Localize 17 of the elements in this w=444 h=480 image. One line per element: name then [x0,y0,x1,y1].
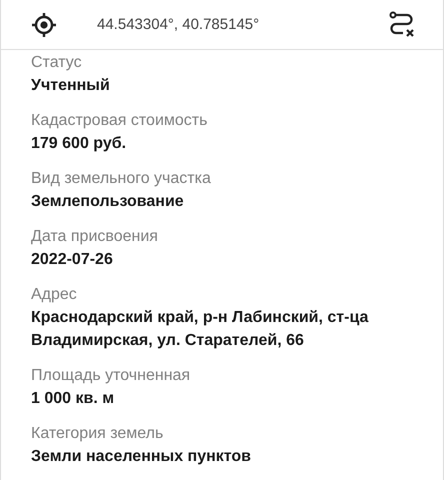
field-label: Адрес [31,285,78,305]
field-value: 2022-07-26 [31,250,114,270]
locate-icon[interactable] [31,12,57,38]
field-value: Земли населенных пунктов [31,447,252,467]
field-label: Категория земель [31,424,164,444]
field-value: Землепользование [31,192,185,212]
field-value: Учтенный [31,76,111,96]
field-label: Дата присвоения [31,227,159,247]
coordinates-text: 44.543304°, 40.785145° [97,16,260,33]
route-clear-icon[interactable] [389,10,415,38]
field-value: 1 000 кв. м [31,389,116,409]
field-value: 179 600 руб. [31,134,128,154]
field-value: Краснодарский край, р-н Лабинский, ст-ца Владимирская, ул. Старателей, 66 [31,308,370,351]
field-label: Площадь уточненная [31,366,192,386]
field-label: Статус [31,53,83,73]
field-label: Кадастровая стоимость [31,111,208,131]
field-label: Вид земельного участка [31,169,212,189]
